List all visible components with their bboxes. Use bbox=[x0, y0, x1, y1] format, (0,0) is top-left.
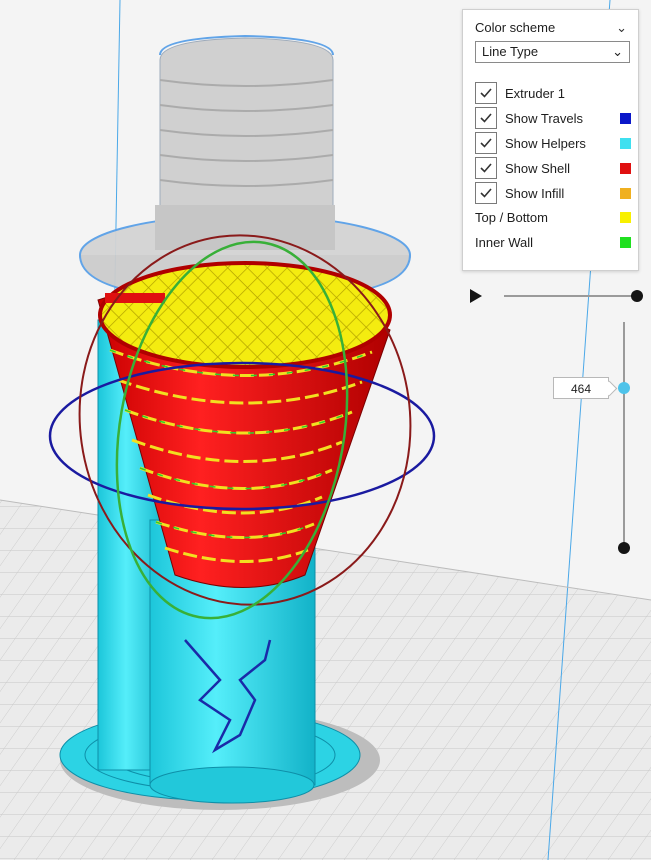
checkmark-icon bbox=[480, 88, 492, 98]
color-swatch-inner-wall bbox=[620, 237, 631, 248]
color-swatch-top-bottom bbox=[620, 212, 631, 223]
legend-row-inner-wall: Inner Wall bbox=[475, 231, 635, 253]
checkbox-row-show-infill: Show Infill bbox=[475, 182, 635, 204]
layer-number-value: 464 bbox=[570, 382, 592, 396]
checkbox-row-show-travels: Show Travels bbox=[475, 107, 635, 129]
chevron-down-icon: ⌄ bbox=[612, 44, 623, 59]
color-scheme-header[interactable]: Color scheme ⌄ bbox=[475, 20, 635, 38]
legend-label: Top / Bottom bbox=[475, 210, 548, 225]
legend-label: Inner Wall bbox=[475, 235, 534, 250]
checkbox-show-shell[interactable] bbox=[475, 157, 497, 179]
checkmark-icon bbox=[480, 113, 492, 123]
chevron-down-icon: ⌄ bbox=[616, 20, 627, 35]
color-swatch-infill bbox=[620, 188, 631, 199]
checkbox-show-infill[interactable] bbox=[475, 182, 497, 204]
color-scheme-value: Line Type bbox=[482, 44, 539, 59]
legend-row-top-bottom: Top / Bottom bbox=[475, 206, 635, 228]
color-swatch-shell bbox=[620, 163, 631, 174]
play-icon[interactable] bbox=[466, 287, 484, 305]
color-swatch-travels bbox=[620, 113, 631, 124]
simulation-track[interactable] bbox=[504, 295, 634, 297]
checkbox-label: Show Shell bbox=[505, 161, 571, 176]
checkbox-extruder-1[interactable] bbox=[475, 82, 497, 104]
checkmark-icon bbox=[480, 138, 492, 148]
color-scheme-title: Color scheme bbox=[475, 20, 556, 35]
checkbox-show-helpers[interactable] bbox=[475, 132, 497, 154]
layer-number-input[interactable]: 464 bbox=[553, 377, 609, 399]
checkbox-show-travels[interactable] bbox=[475, 107, 497, 129]
simulation-handle[interactable] bbox=[631, 290, 643, 302]
checkmark-icon bbox=[480, 163, 492, 173]
layer-slider-track[interactable] bbox=[623, 322, 625, 548]
checkbox-row-show-shell: Show Shell bbox=[475, 157, 635, 179]
color-scheme-select[interactable]: Line Type ⌄ bbox=[475, 41, 630, 63]
checkbox-label: Show Infill bbox=[505, 186, 565, 201]
checkbox-row-extruder-1: Extruder 1 bbox=[475, 82, 635, 104]
simulation-slider bbox=[462, 285, 643, 307]
checkbox-label: Extruder 1 bbox=[505, 86, 565, 101]
color-swatch-helpers bbox=[620, 138, 631, 149]
layer-slider-top-handle[interactable] bbox=[618, 382, 630, 394]
checkbox-label: Show Travels bbox=[505, 111, 584, 126]
layer-slider-bottom-handle[interactable] bbox=[618, 542, 630, 554]
checkbox-label: Show Helpers bbox=[505, 136, 586, 151]
checkbox-row-show-helpers: Show Helpers bbox=[475, 132, 635, 154]
color-scheme-panel: Color scheme ⌄ Line Type ⌄ Extruder 1 Sh… bbox=[462, 9, 639, 271]
checkmark-icon bbox=[480, 188, 492, 198]
